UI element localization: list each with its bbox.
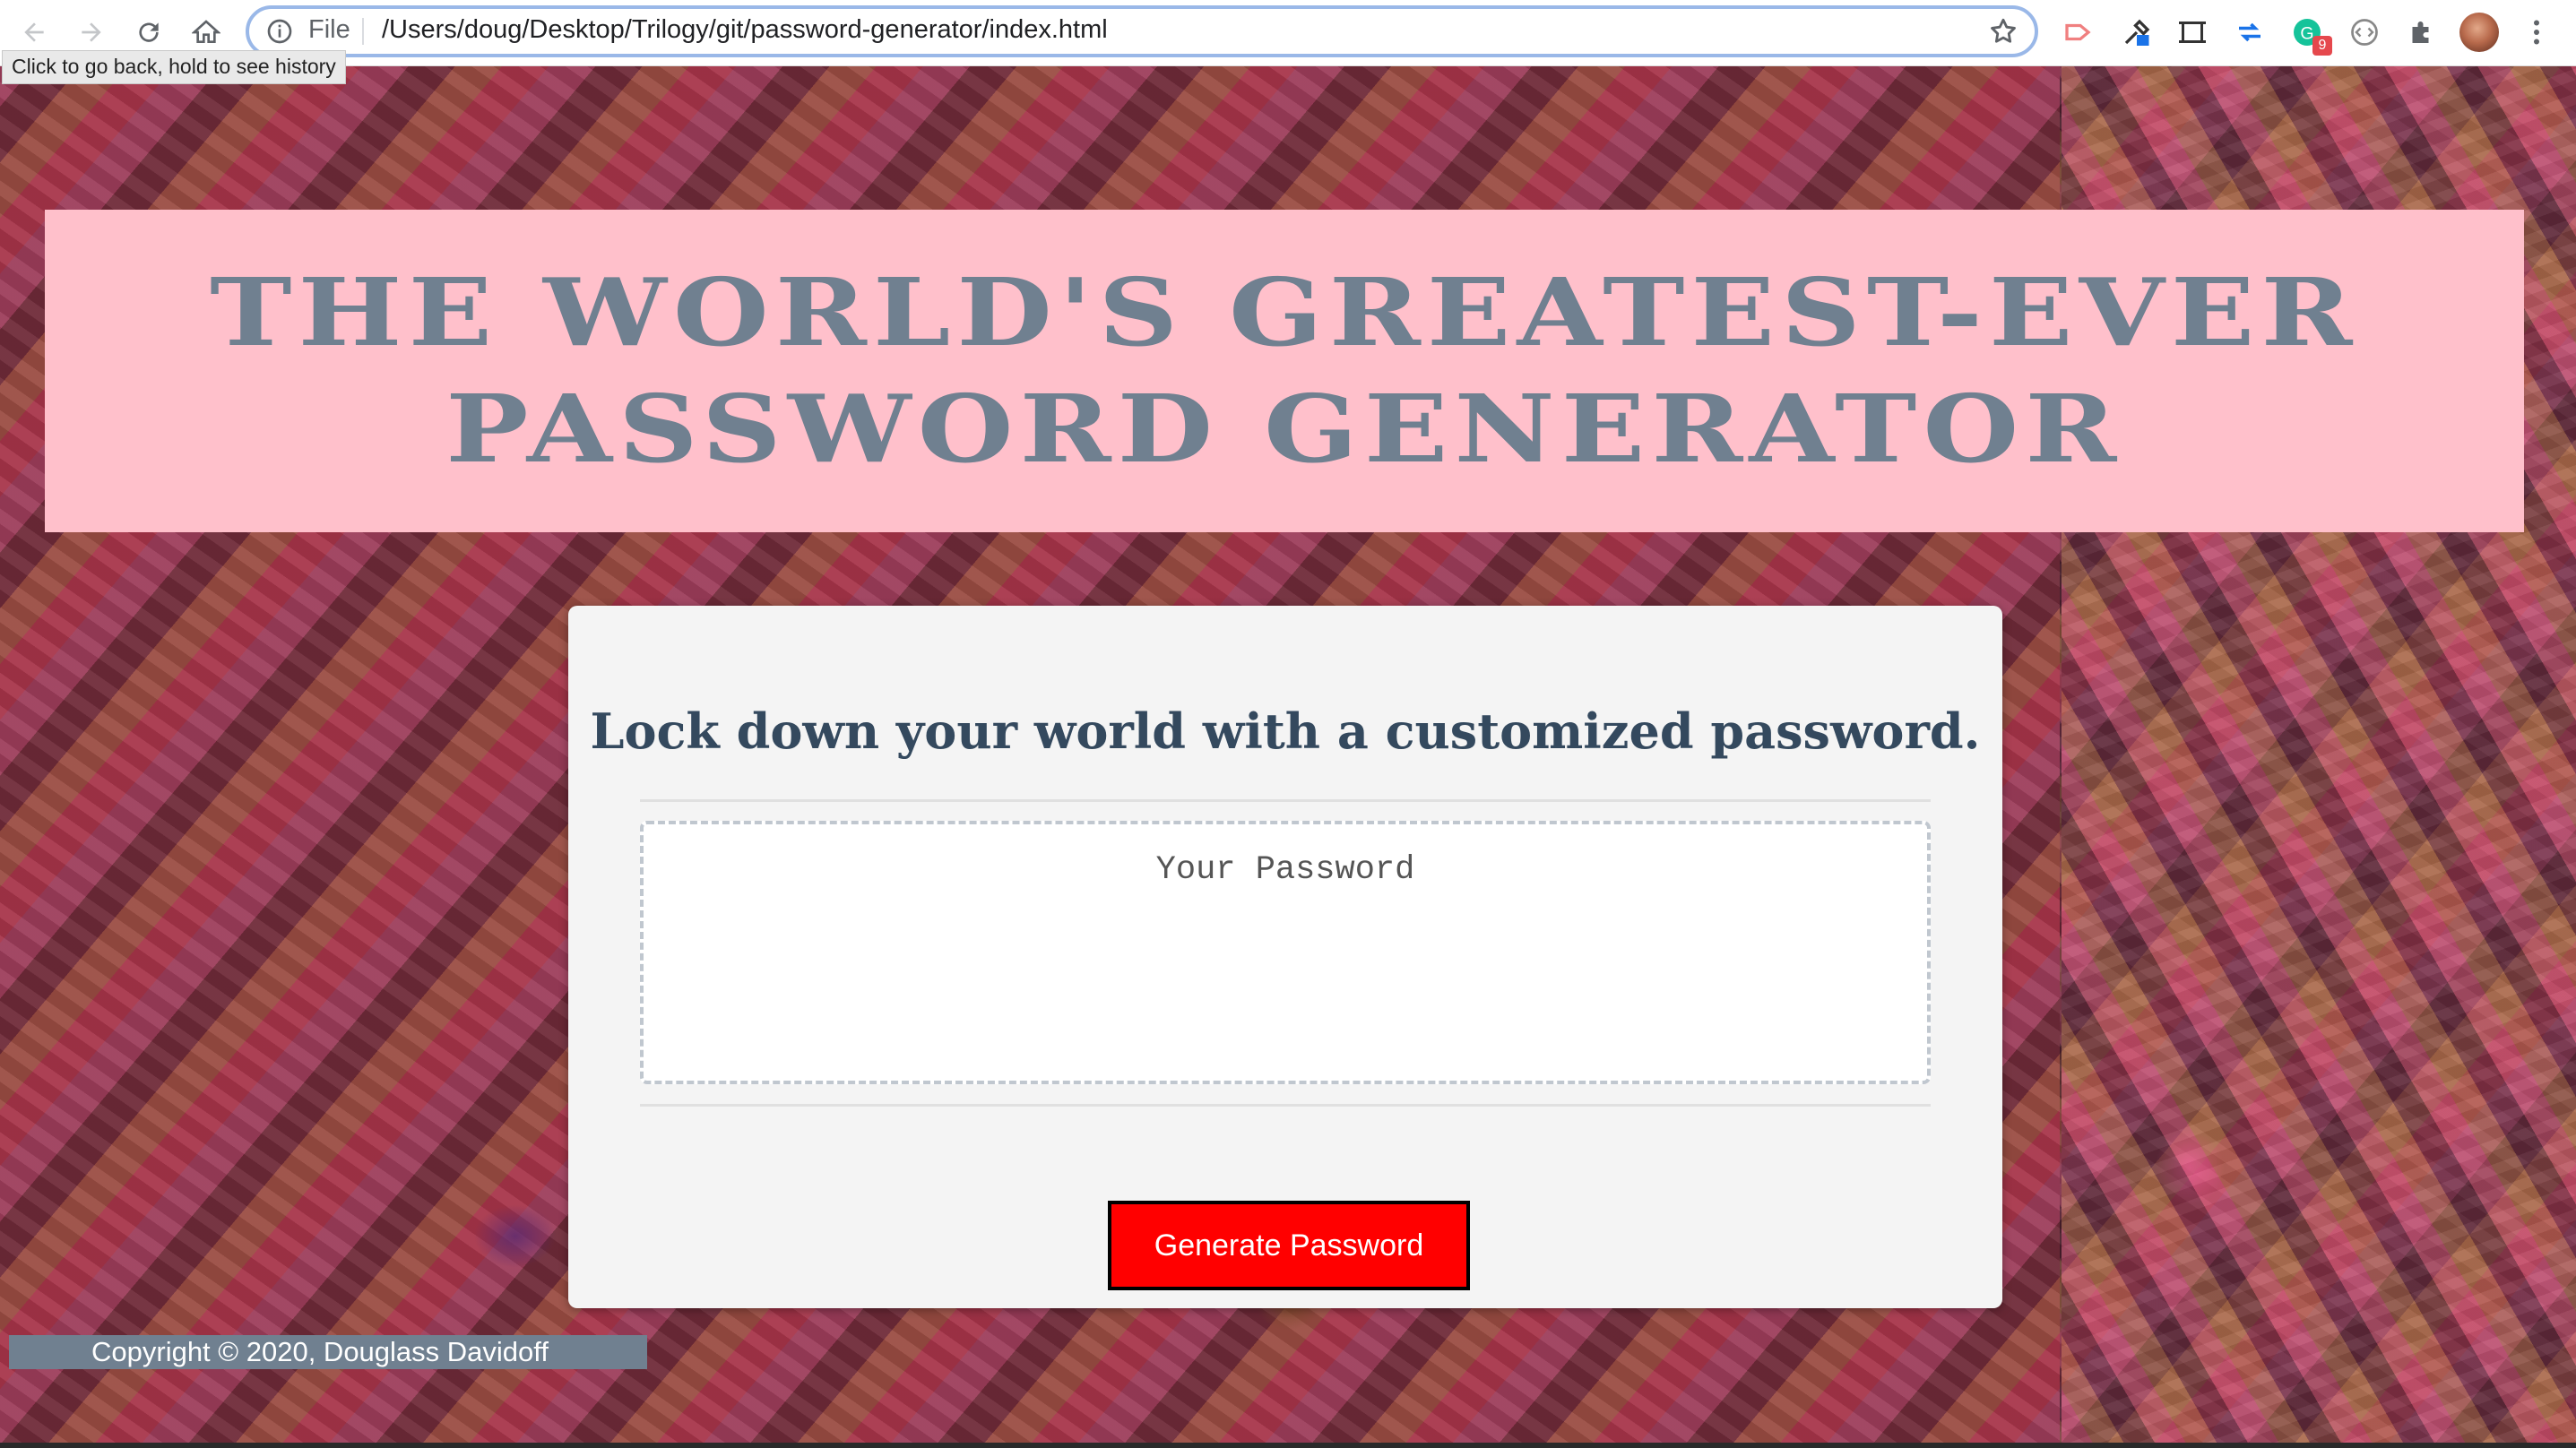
page-title-line-2: PASSWORD GENERATOR: [445, 374, 2123, 484]
omnibox-divider: [362, 18, 364, 45]
card-divider-top: [640, 799, 1931, 802]
url-scheme-label: File: [308, 15, 350, 44]
forward-icon[interactable]: [72, 13, 111, 52]
cast-icon[interactable]: [2060, 14, 2096, 50]
password-output[interactable]: [640, 821, 1931, 1084]
page-viewport: THE WORLD'S GREATEST-EVER PASSWORD GENER…: [0, 66, 2576, 1443]
card-heading: Lock down your world with a customized p…: [590, 702, 1981, 760]
address-bar[interactable]: File /Users/doug/Desktop/Trilogy/git/pas…: [246, 5, 2038, 57]
sync-arrows-icon[interactable]: [2232, 14, 2268, 50]
back-icon[interactable]: [14, 13, 54, 52]
back-button-tooltip: Click to go back, hold to see history: [2, 50, 346, 84]
reload-icon[interactable]: [129, 13, 169, 52]
page-title-line-1: THE WORLD'S GREATEST-EVER: [210, 257, 2359, 367]
eyedropper-icon[interactable]: [2119, 14, 2155, 50]
url-text[interactable]: /Users/doug/Desktop/Trilogy/git/password…: [382, 15, 1108, 45]
card-divider-bottom: [640, 1104, 1931, 1107]
copyright-text: Copyright © 2020, Douglass Davidoff: [91, 1336, 549, 1367]
page-header: THE WORLD'S GREATEST-EVER PASSWORD GENER…: [45, 210, 2524, 532]
home-icon[interactable]: [186, 13, 226, 52]
avatar[interactable]: [2459, 13, 2499, 52]
screenshot-icon[interactable]: [2174, 14, 2210, 50]
generate-password-button[interactable]: Generate Password: [1108, 1201, 1470, 1290]
kebab-menu-icon[interactable]: [2519, 14, 2554, 50]
star-icon[interactable]: [1988, 16, 2018, 47]
puzzle-icon[interactable]: [2404, 14, 2440, 50]
page-footer: Copyright © 2020, Douglass Davidoff: [9, 1335, 647, 1369]
code-icon[interactable]: [2347, 14, 2382, 50]
password-card: Lock down your world with a customized p…: [568, 606, 2002, 1308]
browser-toolbar: File /Users/doug/Desktop/Trilogy/git/pas…: [0, 0, 2576, 66]
window-bottom-edge: [0, 1443, 2576, 1448]
info-icon[interactable]: [265, 17, 294, 46]
extension-badge: 9: [2312, 36, 2332, 56]
